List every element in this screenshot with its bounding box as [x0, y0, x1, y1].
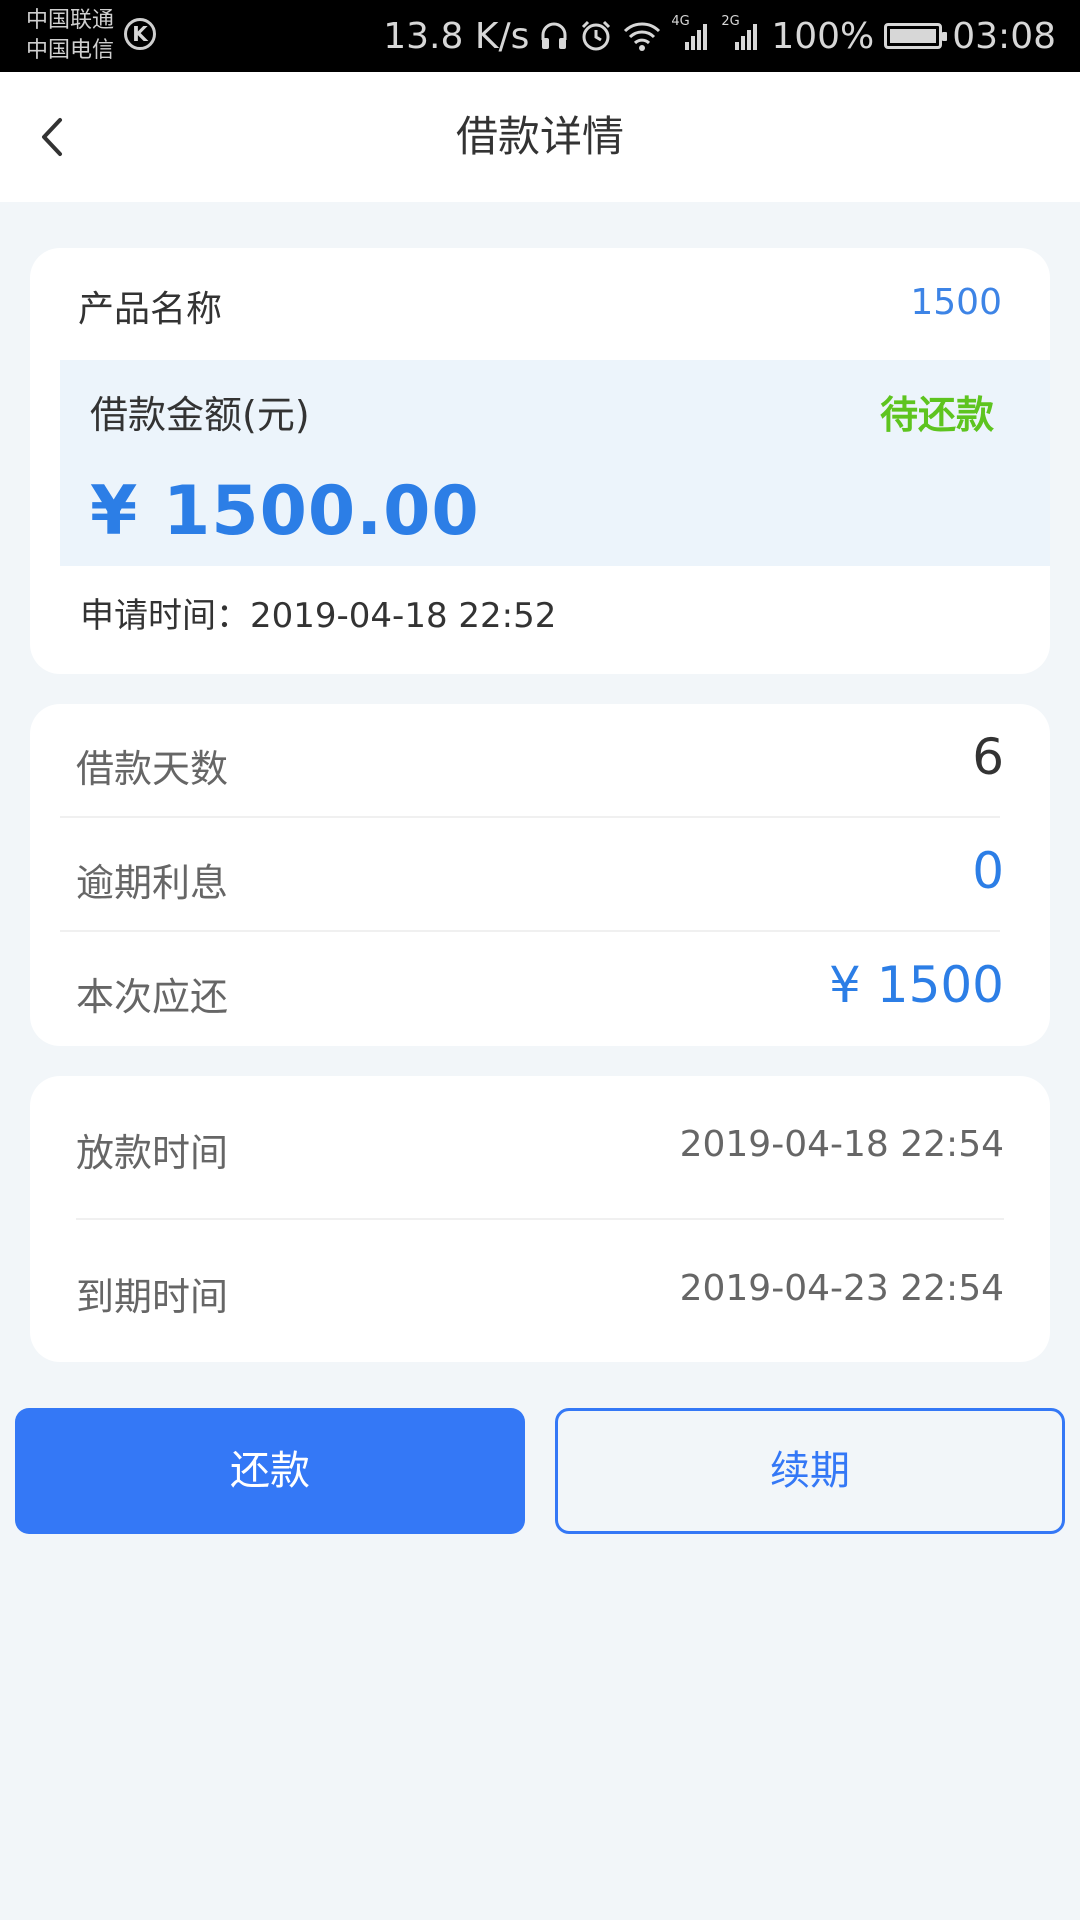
time-value: 2019-04-23 22:54 — [679, 1268, 1004, 1309]
divider — [76, 1218, 1004, 1220]
status-badge: 待还款 — [879, 393, 994, 437]
network-speed: 13.8 K/s — [383, 15, 530, 57]
amount-panel: 借款金额(元) 待还款 ¥ 1500.00 — [60, 360, 1050, 566]
detail-label: 借款天数 — [76, 747, 229, 791]
alarm-icon — [582, 20, 611, 51]
time-value: 2019-04-18 22:54 — [679, 1124, 1004, 1165]
carrier-info: 中国联通 中国电信 — [26, 6, 114, 66]
detail-value: 6 — [972, 728, 1004, 786]
loan-amount: ¥ 1500.00 — [90, 472, 480, 551]
signal-2g-icon: 2G — [721, 14, 761, 52]
k-app-icon: K — [124, 18, 156, 50]
battery-percent: 100% — [771, 15, 875, 57]
signal-4g-icon: 4G — [671, 14, 711, 52]
time-row-disbursed: 放款时间 2019-04-18 22:54 — [76, 1096, 1004, 1196]
detail-value: 0 — [972, 842, 1004, 900]
wifi-icon — [624, 22, 661, 51]
apply-time: 申请时间：2019-04-18 22:52 — [80, 596, 557, 636]
loan-details-card: 借款天数 6 逾期利息 0 本次应还 ¥ 1500 — [30, 704, 1050, 1046]
product-value: 1500 — [910, 282, 1002, 323]
detail-row-interest: 逾期利息 0 — [76, 818, 1004, 932]
loan-summary-card: 产品名称 1500 借款金额(元) 待还款 ¥ 1500.00 申请时间：201… — [30, 248, 1050, 674]
loan-times-card: 放款时间 2019-04-18 22:54 到期时间 2019-04-23 22… — [30, 1076, 1050, 1362]
detail-value: ¥ 1500 — [829, 956, 1004, 1014]
nav-header: 借款详情 — [0, 72, 1080, 202]
product-row: 产品名称 1500 — [78, 272, 1002, 332]
detail-label: 本次应还 — [76, 975, 229, 1019]
renew-button[interactable]: 续期 — [555, 1408, 1065, 1534]
repay-button[interactable]: 还款 — [15, 1408, 525, 1534]
carrier-2: 中国电信 — [26, 38, 115, 63]
time-label: 放款时间 — [76, 1131, 229, 1175]
detail-label: 逾期利息 — [76, 861, 229, 905]
detail-row-days: 借款天数 6 — [76, 704, 1004, 818]
detail-row-due: 本次应还 ¥ 1500 — [76, 932, 1004, 1046]
page-title: 借款详情 — [455, 112, 624, 161]
carrier-1: 中国联通 — [26, 8, 115, 33]
clock: 03:08 — [952, 15, 1056, 57]
product-label: 产品名称 — [78, 289, 223, 330]
time-label: 到期时间 — [76, 1275, 229, 1319]
status-bar: 中国联通 中国电信 K 13.8 K/s 4G 2G 100% 03:08 — [0, 0, 1080, 72]
amount-label: 借款金额(元) — [90, 393, 310, 437]
status-indicators: 13.8 K/s 4G 2G 100% 03:08 — [383, 14, 1056, 58]
battery-icon — [884, 23, 948, 49]
time-row-expiry: 到期时间 2019-04-23 22:54 — [76, 1240, 1004, 1340]
headphone-icon — [541, 22, 567, 49]
